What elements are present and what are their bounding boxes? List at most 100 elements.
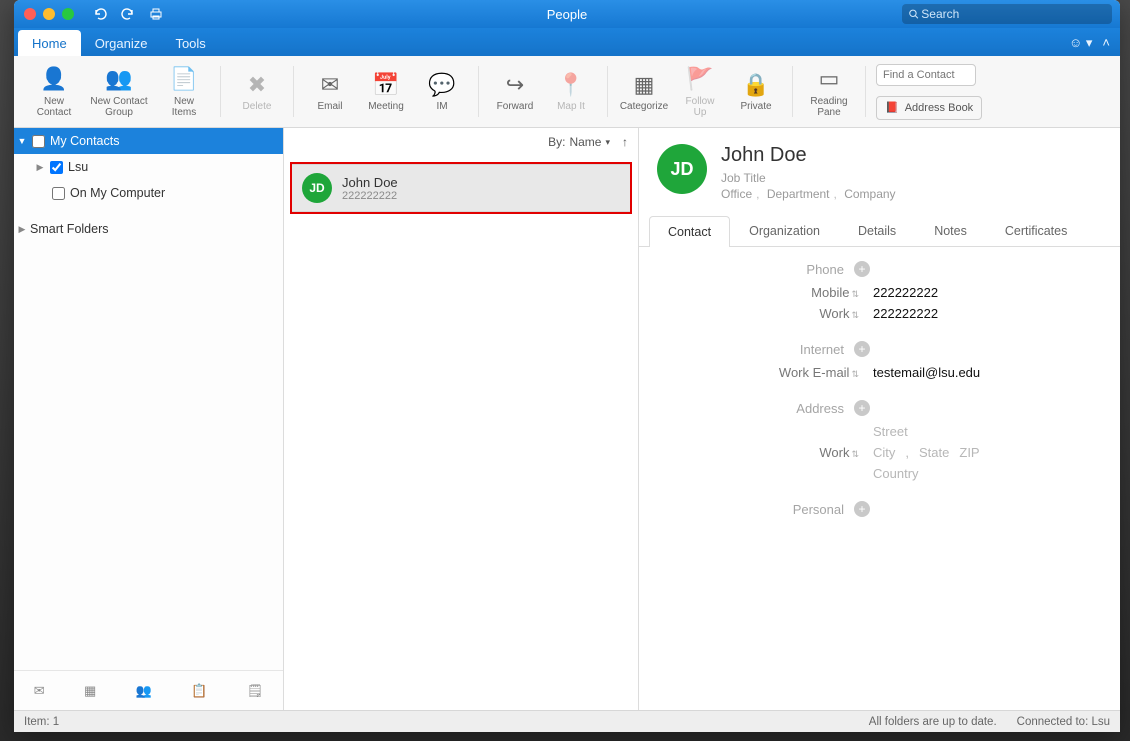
list-sort-header[interactable]: By: Name ▾ ↑ <box>284 128 638 156</box>
chevron-down-icon: ▼ <box>14 136 30 146</box>
detail-tab-organization[interactable]: Organization <box>730 215 839 246</box>
zoom-window-button[interactable] <box>62 8 74 20</box>
sort-ascending-icon[interactable]: ↑ <box>622 135 628 149</box>
titlebar: People <box>14 0 1120 28</box>
contact-phone: 222222222 <box>342 190 398 202</box>
flag-icon: 🚩 <box>686 65 714 93</box>
lsu-checkbox[interactable] <box>50 161 63 174</box>
sort-value: Name <box>569 135 601 149</box>
field-label-mobile[interactable]: Mobile <box>811 285 849 300</box>
contact-avatar: JD <box>302 173 332 203</box>
status-connection: Connected to: Lsu <box>1017 716 1110 728</box>
add-personal-button[interactable]: + <box>854 501 870 517</box>
detail-job-title[interactable]: Job Title <box>721 171 896 185</box>
new-contact-group-button[interactable]: 👥New Contact Group <box>84 60 154 124</box>
detail-avatar: JD <box>657 144 707 194</box>
map-pin-icon: 📍 <box>557 70 585 98</box>
address-country-placeholder[interactable]: Country <box>873 466 980 481</box>
new-items-button[interactable]: 📄New Items <box>158 60 210 124</box>
print-icon[interactable] <box>148 6 164 22</box>
meeting-icon: 📅 <box>372 70 400 98</box>
address-street-placeholder[interactable]: Street <box>873 424 980 439</box>
im-button[interactable]: 💬IM <box>416 60 468 124</box>
undo-icon[interactable] <box>92 6 108 22</box>
sidebar-item-label: Smart Folders <box>30 222 109 236</box>
redo-icon[interactable] <box>120 6 136 22</box>
sidebar-item-my-contacts[interactable]: ▼ My Contacts <box>14 128 283 154</box>
status-item-count: Item: 1 <box>24 716 59 728</box>
field-label-work-phone[interactable]: Work <box>819 306 849 321</box>
find-contact-input[interactable] <box>876 64 976 86</box>
map-it-button[interactable]: 📍Map It <box>545 60 597 124</box>
emoji-icon[interactable]: ☺︎ ▾ <box>1069 35 1092 51</box>
tab-organize[interactable]: Organize <box>81 30 162 56</box>
detail-tab-certificates[interactable]: Certificates <box>986 215 1087 246</box>
forward-button[interactable]: ↪Forward <box>489 60 541 124</box>
lock-icon: 🔒 <box>742 70 770 98</box>
detail-tab-contact[interactable]: Contact <box>649 216 730 247</box>
section-heading: Personal <box>793 502 844 517</box>
contact-detail-pane: JD John Doe Job Title Office, Department… <box>639 128 1120 710</box>
field-value-mobile[interactable]: 222222222 <box>873 285 938 300</box>
people-nav-icon[interactable]: 👥 <box>136 683 152 699</box>
address-city-placeholder[interactable]: City <box>873 445 895 460</box>
folder-sidebar: ▼ My Contacts ▶ Lsu On My Computer <box>14 128 284 710</box>
contact-list-item[interactable]: JD John Doe 222222222 <box>292 164 630 212</box>
field-label-work-email[interactable]: Work E-mail <box>779 365 850 380</box>
dropdown-icon: ⇅ <box>851 449 859 459</box>
detail-name[interactable]: John Doe <box>721 144 896 167</box>
outlook-people-window: People Home Organize Tools ☺︎ ▾ ˄ 👤New C… <box>14 0 1120 732</box>
ribbon: 👤New Contact 👥New Contact Group 📄New Ite… <box>14 56 1120 128</box>
sidebar-item-smart-folders[interactable]: ▶ Smart Folders <box>14 216 283 242</box>
section-personal: Personal + <box>659 501 1100 517</box>
add-phone-button[interactable]: + <box>854 261 870 277</box>
new-contact-button[interactable]: 👤New Contact <box>28 60 80 124</box>
categorize-icon: ▦ <box>630 70 658 98</box>
field-label-work-address[interactable]: Work <box>819 445 849 460</box>
detail-org-line[interactable]: Office, Department, Company <box>721 187 896 201</box>
im-icon: 💬 <box>428 70 456 98</box>
on-my-computer-checkbox[interactable] <box>52 187 65 200</box>
global-search-input[interactable] <box>919 6 1106 22</box>
contact-name: John Doe <box>342 175 398 190</box>
add-internet-button[interactable]: + <box>854 341 870 357</box>
sidebar-item-on-my-computer[interactable]: On My Computer <box>14 180 283 206</box>
collapse-ribbon-icon[interactable]: ˄ <box>1102 35 1110 51</box>
sidebar-item-label: On My Computer <box>70 186 165 200</box>
address-state-placeholder[interactable]: State <box>919 445 949 460</box>
follow-up-button[interactable]: 🚩Follow Up <box>674 60 726 124</box>
meeting-button[interactable]: 📅Meeting <box>360 60 412 124</box>
sidebar-item-label: My Contacts <box>50 134 119 148</box>
detail-tab-details[interactable]: Details <box>839 215 915 246</box>
field-value-work-phone[interactable]: 222222222 <box>873 306 938 321</box>
minimize-window-button[interactable] <box>43 8 55 20</box>
calendar-nav-icon[interactable]: ▦ <box>84 683 96 699</box>
address-book-button[interactable]: 📕 Address Book <box>876 96 982 120</box>
status-sync: All folders are up to date. <box>869 716 997 728</box>
private-button[interactable]: 🔒Private <box>730 60 782 124</box>
my-contacts-checkbox[interactable] <box>32 135 45 148</box>
address-book-icon: 📕 <box>885 101 899 114</box>
tasks-nav-icon[interactable]: 📋 <box>191 683 207 699</box>
address-zip-placeholder[interactable]: ZIP <box>959 445 979 460</box>
categorize-button[interactable]: ▦Categorize <box>618 60 670 124</box>
close-window-button[interactable] <box>24 8 36 20</box>
sidebar-item-lsu[interactable]: ▶ Lsu <box>14 154 283 180</box>
notes-nav-icon[interactable]: 🗒 <box>247 683 264 699</box>
global-search[interactable] <box>902 4 1112 24</box>
nav-switcher: ✉ ▦ 👥 📋 🗒 <box>14 670 283 710</box>
reading-pane-icon: ▭ <box>815 65 843 93</box>
tab-tools[interactable]: Tools <box>161 30 219 56</box>
dropdown-icon: ⇅ <box>851 310 859 320</box>
contact-list-pane: By: Name ▾ ↑ JD John Doe 222222222 <box>284 128 639 710</box>
detail-tab-notes[interactable]: Notes <box>915 215 986 246</box>
field-value-work-email[interactable]: testemail@lsu.edu <box>873 365 980 380</box>
tab-home[interactable]: Home <box>18 30 81 56</box>
add-address-button[interactable]: + <box>854 400 870 416</box>
delete-button[interactable]: ✖Delete <box>231 60 283 124</box>
email-button[interactable]: ✉Email <box>304 60 356 124</box>
app-tabstrip: Home Organize Tools ☺︎ ▾ ˄ <box>14 28 1120 56</box>
chevron-right-icon: ▶ <box>14 224 30 235</box>
mail-nav-icon[interactable]: ✉ <box>34 683 45 699</box>
reading-pane-button[interactable]: ▭Reading Pane <box>803 60 855 124</box>
